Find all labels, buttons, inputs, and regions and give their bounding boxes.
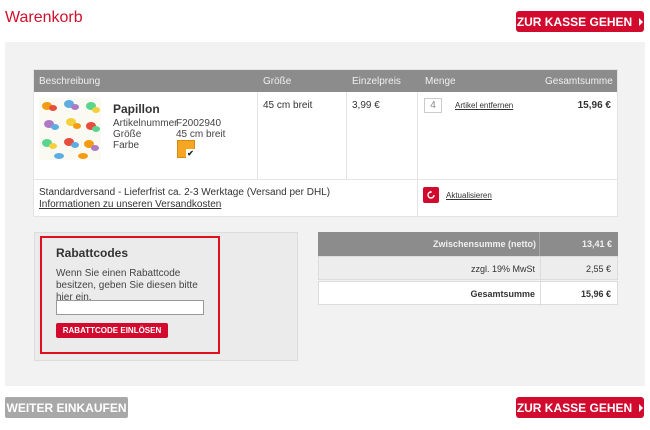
product-name[interactable]: Papillon [113,102,160,116]
column-divider [257,92,258,180]
checkout-button-label: ZUR KASSE GEHEN [516,14,633,29]
grand-total-label: Gesamtsumme [470,289,535,299]
size-label: Größe [113,129,142,140]
size-value: 45 cm breit [176,129,226,140]
column-divider [540,282,541,306]
continue-shopping-button[interactable]: WEITER EINKAUFEN [5,397,128,418]
vat-row: zzgl. 19% MwSt 2,55 € [318,256,618,281]
grand-total-value: 15,96 € [580,289,611,299]
vat-value: 2,55 € [585,264,611,274]
color-swatch: ✔ [177,140,195,158]
line-total: 15,96 € [577,100,611,111]
subtotal-label: Zwischensumme (netto) [432,239,536,249]
column-header-unit-price: Einzelpreis [352,76,401,87]
column-header-size: Größe [263,76,292,87]
checkout-button-top[interactable]: ZUR KASSE GEHEN [516,11,644,32]
remove-item-link[interactable]: Artikel entfernen [455,101,513,110]
totals-table: Zwischensumme (netto) 13,41 € zzgl. 19% … [318,232,618,306]
column-header-total: Gesamtsumme [545,76,613,87]
butterfly-pattern-image [39,98,101,160]
caret-right-icon [639,17,644,26]
table-header: Beschreibung Größe Einzelpreis Menge Ges… [34,70,617,92]
refresh-button[interactable] [423,187,439,203]
shipping-row: Standardversand - Lieferfrist ca. 2-3 We… [34,180,617,217]
column-divider [346,92,347,180]
unit-price: 3,99 € [352,100,380,111]
column-divider [539,232,540,256]
checkmark-icon: ✔ [186,149,195,158]
caret-right-icon [639,403,644,412]
shipping-info: Standardversand - Lieferfrist ca. 2-3 We… [39,187,331,198]
subtotal-row: Zwischensumme (netto) 13,41 € [318,232,618,256]
update-link[interactable]: Aktualisieren [446,191,492,200]
table-row: Papillon Artikelnummer F2002940 Größe 45… [34,92,617,217]
coupon-code-input[interactable] [56,300,204,315]
coupon-description: Wenn Sie einen Rabattcode besitzen, gebe… [56,268,198,303]
grand-total-row: Gesamtsumme 15,96 € [318,281,618,306]
cart-page: Warenkorb ZUR KASSE GEHEN Beschreibung G… [0,0,650,430]
checkout-button-bottom[interactable]: ZUR KASSE GEHEN [516,397,644,418]
product-image[interactable] [39,98,101,160]
subtotal-value: 13,41 € [581,239,612,249]
refresh-icon [427,190,435,199]
cart-table: Beschreibung Größe Einzelpreis Menge Ges… [33,69,618,217]
article-number-value: F2002940 [176,118,222,129]
column-divider [540,257,541,281]
vat-label: zzgl. 19% MwSt [470,264,535,274]
redeem-coupon-button[interactable]: RABATTCODE EINLÖSEN [56,323,168,338]
shipping-costs-link[interactable]: Informationen zu unseren Versandkosten [39,199,221,210]
size-cell: 45 cm breit [263,100,313,111]
quantity-input[interactable]: 4 [424,98,442,113]
color-label: Farbe [113,140,140,151]
column-header-quantity: Menge [425,76,456,87]
article-number-label: Artikelnummer [113,118,178,129]
coupon-box: Rabattcodes Wenn Sie einen Rabattcode be… [40,236,220,354]
coupon-title: Rabattcodes [56,246,129,260]
column-header-description: Beschreibung [39,76,101,87]
page-title: Warenkorb [5,9,83,26]
checkout-button-label: ZUR KASSE GEHEN [516,400,633,415]
